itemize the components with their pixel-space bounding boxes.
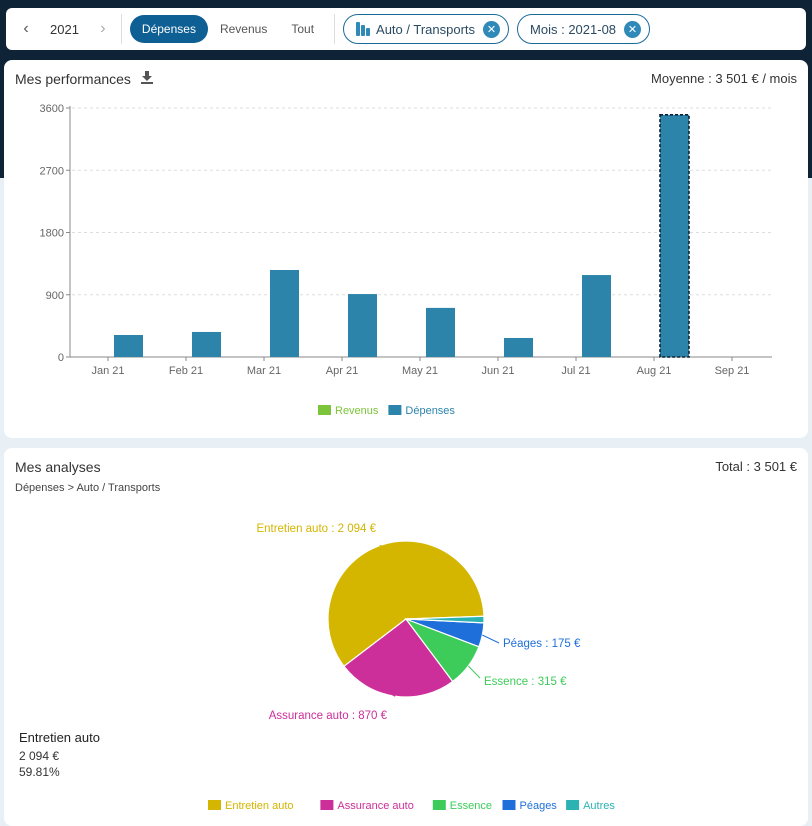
filter-toolbar: ‹ 2021 › Dépenses Revenus Tout Auto / Tr…	[6, 8, 806, 50]
x-tick-label: Aug 21	[637, 365, 672, 377]
selected-label: Entretien auto	[19, 730, 100, 745]
x-tick-label: Jun 21	[481, 365, 514, 377]
legend-label: Dépenses	[405, 405, 455, 417]
legend-label: Essence	[450, 800, 492, 812]
legend-swatch	[318, 405, 331, 415]
divider	[334, 14, 336, 44]
pie-chart: Entretien auto : 2 094 € Assurance auto :…	[208, 523, 615, 812]
x-tick-label: Feb 21	[169, 365, 203, 377]
x-tick-label: Jan 21	[91, 365, 124, 377]
pie-label: Péages : 175 €	[503, 638, 581, 650]
legend-swatch	[208, 800, 221, 810]
selected-amount: 2 094 €	[19, 749, 60, 763]
close-icon[interactable]: ✕	[624, 20, 642, 38]
tab-depenses[interactable]: Dépenses	[129, 15, 208, 43]
bar-depenses	[114, 335, 143, 357]
legend-label: Autres	[583, 800, 615, 812]
analyses-card: Mes analyses Total : 3 501 € Dépenses > …	[4, 448, 808, 826]
pie-label: Assurance auto : 870 €	[269, 710, 388, 722]
tab-revenus[interactable]: Revenus	[208, 15, 279, 43]
bar-depenses	[348, 294, 377, 357]
legend-swatch	[502, 800, 516, 810]
pie-leader-line	[467, 665, 481, 679]
legend-label: Revenus	[335, 405, 379, 417]
filter-chip-category[interactable]: Auto / Transports ✕	[343, 14, 510, 44]
legend-label: Péages	[520, 800, 558, 812]
year-label: 2021	[50, 21, 79, 37]
legend-label: Assurance auto	[337, 800, 413, 812]
chevron-right-icon[interactable]: ›	[93, 20, 113, 38]
x-tick-label: May 21	[402, 365, 438, 377]
tab-tout[interactable]: Tout	[279, 15, 326, 43]
legend-label: Entretien auto	[225, 800, 294, 812]
bar-depenses	[192, 331, 221, 357]
x-tick-label: Apr 21	[326, 365, 358, 377]
y-tick-label: 0	[58, 352, 64, 364]
bar-chart-icon	[356, 22, 371, 36]
close-icon[interactable]: ✕	[483, 20, 501, 38]
selected-percent: 59.81%	[19, 765, 60, 779]
x-tick-label: Jul 21	[561, 365, 590, 377]
filter-chip-label: Auto / Transports	[376, 21, 476, 37]
bar-chart: 0 900 1800 2700 3600 Jan 21 Feb 21 Mar 21 Apr 21…	[40, 103, 772, 417]
selected-slice-info: Entretien auto 2 094 € 59.81%	[19, 730, 100, 780]
filter-chip-month[interactable]: Mois : 2021-08 ✕	[517, 14, 651, 44]
bar-depenses	[582, 275, 611, 357]
bar-depenses	[504, 337, 533, 357]
legend-swatch	[432, 800, 446, 810]
bar-depenses	[270, 269, 299, 357]
legend-swatch	[566, 800, 580, 810]
pie-label: Essence : 315 €	[484, 676, 567, 688]
legend-swatch	[388, 405, 402, 415]
bar-depenses	[659, 114, 690, 358]
y-tick-label: 2700	[40, 165, 64, 177]
legend-swatch	[320, 800, 334, 810]
divider	[120, 14, 122, 44]
filter-chip-label: Mois : 2021-08	[530, 21, 617, 37]
y-tick-label: 1800	[40, 228, 64, 240]
chevron-left-icon[interactable]: ‹	[16, 20, 36, 38]
pie-leader-line	[482, 634, 500, 644]
x-tick-label: Sep 21	[715, 365, 750, 377]
bar-depenses	[426, 307, 455, 357]
x-tick-label: Mar 21	[247, 365, 281, 377]
pie-label: Entretien auto : 2 094 €	[256, 523, 376, 535]
y-tick-label: 3600	[40, 103, 64, 115]
performance-card: Mes performances Moyenne : 3 501 € / moi…	[4, 60, 808, 438]
y-tick-label: 900	[46, 290, 64, 302]
